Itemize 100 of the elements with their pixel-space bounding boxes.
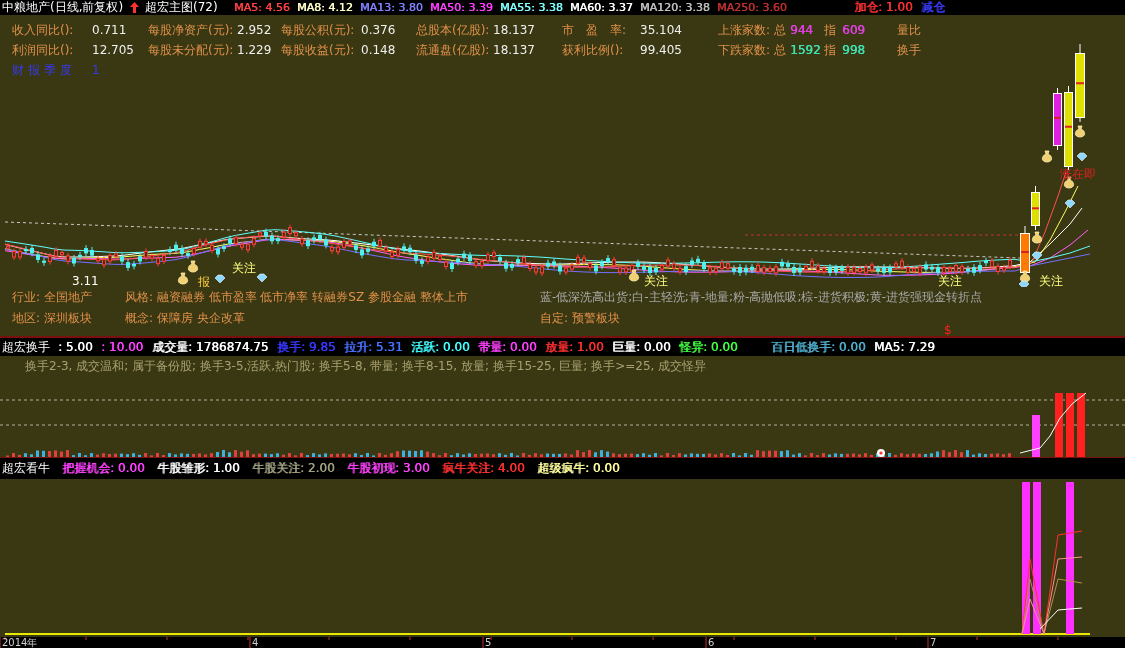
panel-title: 超宏换手 [2, 340, 50, 354]
metric-value: 0.376 [361, 23, 396, 37]
metric-label: 流通盘(亿股): [416, 41, 490, 59]
money-bag-icon [1042, 150, 1053, 163]
breadth-index: 998 [842, 43, 865, 57]
panel-title: 超宏看牛 [2, 462, 50, 475]
metric-label: 市 盈 率: [562, 21, 627, 39]
money-bag-icon [178, 272, 189, 285]
money-bag-icon [188, 260, 199, 273]
sector-tag: 概念: 保障房 央企改革 [125, 310, 540, 327]
metric-label: 每股收益(元): [281, 41, 355, 59]
axis-label: 2014年 [2, 637, 38, 648]
moving-average-reading: MA13: 3.80 [360, 0, 423, 15]
watch-marker-label: 关注 [644, 274, 668, 287]
breadth-label: 上涨家数: 总 [718, 21, 786, 39]
sector-tag: 地区: 深圳板块 [12, 310, 125, 327]
indicator-readout: 放量: 1.00 [545, 340, 604, 354]
indicator-readout: : 5.00 [58, 340, 93, 354]
stock-title: 中粮地产(日线,前复权) [2, 0, 124, 15]
arrow-up-icon [130, 2, 139, 13]
axis-label: 7 [930, 637, 937, 648]
money-bag-icon [1020, 270, 1031, 283]
metric-value: 18.137 [493, 23, 535, 37]
diamond-icon [1031, 251, 1043, 261]
turnover-legend-note: 换手2-3, 成交温和; 属于备份股; 换手3-5,活跃,热门股; 换手5-8, 带量; 换手8-15, 放量; 换手15-25, 巨量; 换手>=25, 成交怪异 [25, 359, 707, 373]
metric-value: 0.711 [92, 23, 127, 37]
moving-average-reading: MA5: 4.56 [234, 0, 290, 15]
metric-value: 18.137 [493, 43, 535, 57]
candle [1031, 185, 1040, 231]
indicator-readout: 带量: 0.00 [478, 340, 537, 354]
price-label: 3.11 [72, 274, 99, 287]
metric-label: 量比 [897, 21, 921, 39]
metric-value: 2.952 [237, 23, 272, 37]
indicator-name: 超宏主图(72) [145, 0, 218, 15]
breadth-label: 下跌家数: 总 [718, 41, 786, 59]
breadth-total: 944 [790, 23, 813, 37]
money-bag-icon [1032, 231, 1043, 244]
metric-value: 35.104 [640, 23, 682, 37]
report-value: 1 [92, 63, 100, 77]
money-bag-icon [629, 269, 640, 282]
moving-average-reading: MA55: 3.38 [500, 0, 563, 15]
indicator-readout: 百日低换手: 0.00 [771, 340, 866, 354]
metric-label: 每股净资产(元): [148, 21, 234, 39]
metric-label: 获利比例(): [562, 41, 624, 59]
indicator-readout: 牛股初现: 3.00 [347, 462, 430, 475]
axis-label: 5 [485, 637, 492, 648]
signal-reading: 减仓 [921, 0, 945, 15]
watch-marker-label: 关注 [1039, 274, 1063, 287]
diamond-icon [1064, 199, 1076, 209]
breadth-index-label: 指 [824, 21, 836, 39]
indicator-readout: 牛股关注: 2.00 [252, 462, 335, 475]
breadth-index: 609 [842, 23, 865, 37]
indicator-readout: 把握机会: 0.00 [62, 462, 145, 475]
indicator-readout: MA5: 7.29 [874, 340, 935, 354]
metric-label: 每股未分配(元): [148, 41, 234, 59]
sector-tag: 自定: 预警板块 [540, 310, 620, 327]
indicator-readout: : 10.00 [101, 340, 144, 354]
moving-average-reading: MA60: 3.37 [570, 0, 633, 15]
signal-reading: 加仓: 1.00 [854, 0, 913, 15]
color-legend: 蓝-低深洗高出货;白-主轻洗;青-地量;粉-高抛低吸;棕-进货积极;黄-进货强现金转折点 [540, 289, 983, 306]
indicator-readout: 换手: 9.85 [277, 340, 336, 354]
watch-marker-label: 关注 [232, 261, 256, 275]
signal-mark: $ [944, 323, 952, 337]
sector-tag: 风格: 融资融券 低市盈率 低市净率 转融券SZ 参股金融 整体上市 [125, 289, 540, 306]
metric-label: 总股本(亿股): [416, 21, 490, 39]
alert-marker-label: 涨在即 [1060, 167, 1096, 181]
indicator-readout: 成交量: 1786874.75 [152, 340, 269, 354]
turnover-bar [1055, 393, 1063, 457]
report-marker-label: 报 [198, 275, 210, 287]
watch-marker-label: 关注 [938, 274, 962, 287]
axis-label: 6 [708, 637, 715, 648]
indicator-readout: 怪异: 0.00 [679, 340, 738, 354]
report-label: 财报季度 [12, 61, 76, 79]
diamond-icon [1018, 280, 1030, 287]
turnover-bar [1066, 393, 1074, 457]
metric-value: 0.148 [361, 43, 396, 57]
indicator-readout: 拉升: 5.31 [344, 340, 403, 354]
indicator-readout: 巨量: 0.00 [612, 340, 671, 354]
metric-label: 每股公积(元): [281, 21, 355, 39]
indicator-readout: 牛股雏形: 1.00 [157, 462, 240, 475]
diamond-icon [1076, 152, 1088, 162]
turnover-line [1019, 392, 1087, 454]
diamond-icon [214, 274, 226, 284]
money-bag-icon [1075, 125, 1086, 138]
sector-tag: 行业: 全国地产 [12, 289, 125, 306]
indicator-readout: 活跃: 0.00 [411, 340, 470, 354]
metric-label: 利润同比(): [12, 41, 74, 59]
moving-average-reading: MA50: 3.39 [430, 0, 493, 15]
moving-average-reading: MA8: 4.12 [297, 0, 353, 15]
metric-label: 收入同比(): [12, 21, 74, 39]
candle [1053, 87, 1062, 151]
metric-value: 1.229 [237, 43, 272, 57]
indicator-readout: 超级疯牛: 0.00 [537, 462, 620, 475]
metric-label: 换手 [897, 41, 921, 59]
breadth-total: 1592 [790, 43, 821, 57]
moving-average-reading: MA120: 3.38 [640, 0, 710, 15]
moving-average-reading: MA250: 3.60 [717, 0, 787, 15]
turnover-bar [1077, 393, 1085, 457]
metric-value: 99.405 [640, 43, 682, 57]
indicator-readout: 疯牛关注: 4.00 [442, 462, 525, 475]
